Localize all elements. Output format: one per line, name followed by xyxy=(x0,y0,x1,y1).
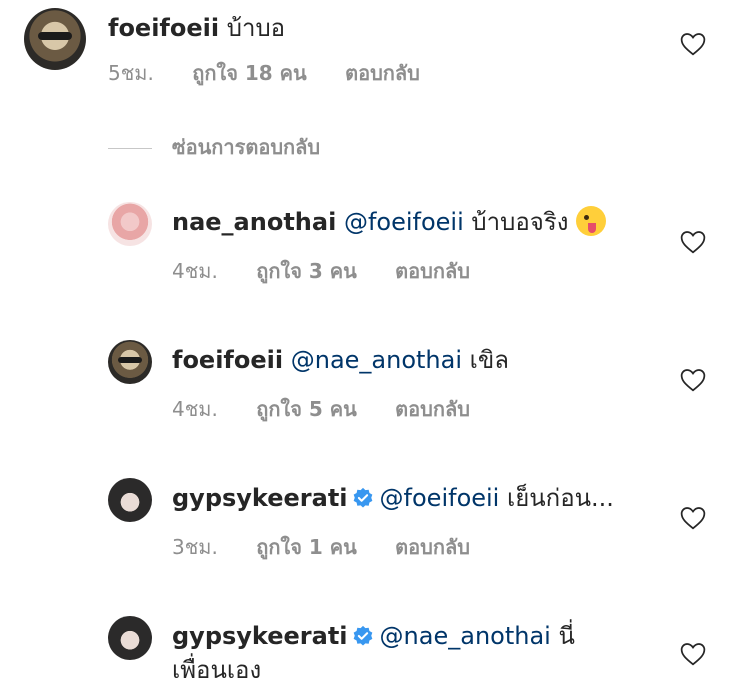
heart-outline-icon[interactable] xyxy=(680,642,706,666)
comment-meta: 5ชม. ถูกใจ 18 คน ตอบกลับ xyxy=(108,60,452,86)
comment-text: เย็นก่อน... xyxy=(507,484,614,512)
verified-badge-icon xyxy=(353,625,372,646)
hide-replies-label: ซ่อนการตอบกลับ xyxy=(172,135,321,159)
comment-meta: 4ชม. ถูกใจ 5 คน ตอบกลับ xyxy=(172,396,502,422)
mention-link[interactable]: @nae_anothai xyxy=(291,346,462,374)
username[interactable]: gypsykeerati xyxy=(172,622,348,650)
heart-outline-icon[interactable] xyxy=(680,230,706,254)
reply-button[interactable]: ตอบกลับ xyxy=(395,397,470,421)
likes-count[interactable]: ถูกใจ 18 คน xyxy=(192,61,307,85)
verified-badge-icon xyxy=(353,487,372,508)
reply-button[interactable]: ตอบกลับ xyxy=(395,259,470,283)
mention-link[interactable]: @foeifoeii xyxy=(344,208,464,236)
comment-text-continued: เพื่อนเอง xyxy=(172,656,262,684)
avatar[interactable] xyxy=(108,616,152,660)
timestamp: 5ชม. xyxy=(108,61,154,85)
reply-button[interactable]: ตอบกลับ xyxy=(395,535,470,559)
timestamp: 3ชม. xyxy=(172,535,218,559)
avatar[interactable] xyxy=(108,202,152,246)
comment-line-2: เพื่อนเอง xyxy=(172,654,261,686)
reply-button[interactable]: ตอบกลับ xyxy=(345,61,420,85)
heart-outline-icon[interactable] xyxy=(680,506,706,530)
avatar[interactable] xyxy=(108,478,152,522)
avatar[interactable] xyxy=(24,8,86,70)
comment-line: foeifoeii @nae_anothai เขิล xyxy=(172,344,509,376)
likes-count[interactable]: ถูกใจ 3 คน xyxy=(256,259,357,283)
likes-count[interactable]: ถูกใจ 5 คน xyxy=(256,397,357,421)
comment-text: เขิล xyxy=(469,346,509,374)
winking-face-with-tongue-icon xyxy=(576,206,607,236)
comment-text: นี่ xyxy=(558,622,575,650)
hide-replies-button[interactable]: ซ่อนการตอบกลับ xyxy=(108,134,320,160)
divider xyxy=(108,148,152,149)
heart-outline-icon[interactable] xyxy=(680,32,706,56)
comment-line: gypsykeerati @foeifoeii เย็นก่อน... xyxy=(172,482,614,514)
comment-text: บ้าบอ xyxy=(226,14,286,42)
comment-meta: 3ชม. ถูกใจ 1 คน ตอบกลับ xyxy=(172,534,502,560)
comment-text: บ้าบอจริง xyxy=(471,208,569,236)
avatar[interactable] xyxy=(108,340,152,384)
timestamp: 4ชม. xyxy=(172,397,218,421)
mention-link[interactable]: @foeifoeii xyxy=(380,484,500,512)
timestamp: 4ชม. xyxy=(172,259,218,283)
comment-meta: 4ชม. ถูกใจ 3 คน ตอบกลับ xyxy=(172,258,502,284)
likes-count[interactable]: ถูกใจ 1 คน xyxy=(256,535,357,559)
username[interactable]: nae_anothai xyxy=(172,208,336,236)
username[interactable]: gypsykeerati xyxy=(172,484,348,512)
mention-link[interactable]: @nae_anothai xyxy=(380,622,551,650)
comment-line: foeifoeii บ้าบอ xyxy=(108,12,285,44)
username[interactable]: foeifoeii xyxy=(108,14,219,42)
comment-line: gypsykeerati @nae_anothai นี่ xyxy=(172,620,575,652)
username[interactable]: foeifoeii xyxy=(172,346,283,374)
heart-outline-icon[interactable] xyxy=(680,368,706,392)
comment-line: nae_anothai @foeifoeii บ้าบอจริง xyxy=(172,206,607,238)
